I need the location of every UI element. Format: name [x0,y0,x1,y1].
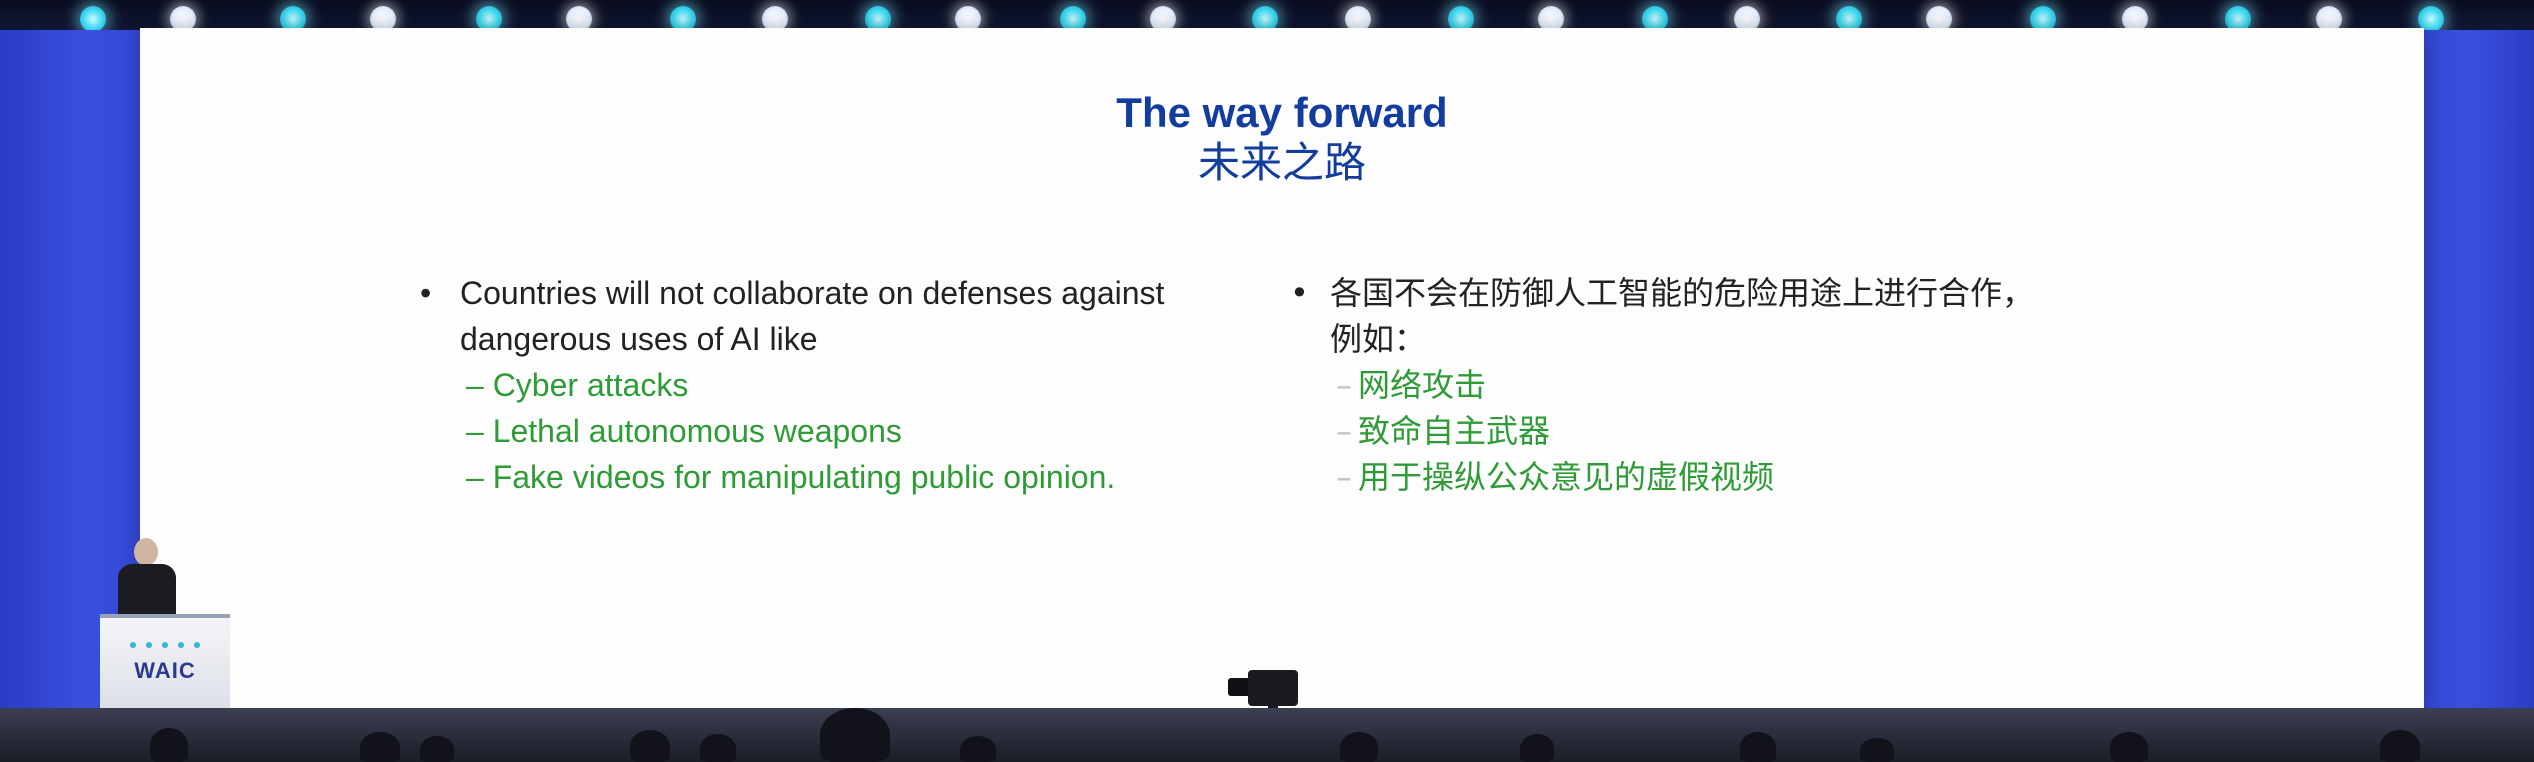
stage-light-icon [80,6,106,32]
bullet-icon: • [1290,274,1309,312]
conference-stage: The way forward 未来之路 • Countries will no… [0,0,2534,762]
bullet-item: • 各国不会在防御人工智能的危险用途上进行合作， 例如： [1290,270,2190,362]
sub-item: – 用于操纵公众意见的虚假视频 [1290,454,2190,500]
sub-item: – Lethal autonomous weapons [466,413,902,449]
bullet-text-line: 各国不会在防御人工智能的危险用途上进行合作， [1330,274,2035,312]
audience-member [360,732,400,762]
slide-title-chinese: 未来之路 [1197,138,1366,187]
slide-column-english: • Countries will not collaborate on defe… [420,270,1320,500]
audience-member [820,708,890,762]
sub-item: – Cyber attacks [466,367,689,403]
audience-member [960,736,996,762]
sub-item-text: 用于操纵公众意见的虚假视频 [1358,458,1775,496]
dash-icon: – [1336,458,1352,496]
bullet-text-line: dangerous uses of AI like [460,321,818,357]
speaker-head [134,538,158,566]
audience-member [1740,732,1776,762]
bullet-text-line: 例如： [1330,320,1427,358]
dash-icon: – [1336,366,1352,404]
audience-member [630,730,670,762]
projection-screen: The way forward 未来之路 • Countries will no… [140,28,2424,718]
audience-member [2110,732,2148,762]
audience-member [150,728,188,762]
audience-member [2380,730,2420,762]
audience-member [420,736,454,762]
audience-area [0,708,2534,762]
slide-column-chinese: • 各国不会在防御人工智能的危险用途上进行合作， 例如： – 网络攻击 – 致命自主… [1290,270,2190,500]
sub-item: – Fake videos for manipulating public op… [466,459,1116,495]
podium-logo: WAIC [134,658,196,683]
sub-item: – 致命自主武器 [1290,408,2190,454]
sub-item-text: 网络攻击 [1358,366,1487,404]
slide-title: The way forward [1116,89,1448,136]
audience-member [1860,738,1894,762]
podium-logo-dots-icon [130,642,200,652]
sub-item-text: 致命自主武器 [1358,412,1551,450]
audience-member [700,734,736,762]
dash-icon: – [1336,412,1352,450]
bullet-text-line: Countries will not collaborate on defens… [460,275,1165,311]
audience-member [1520,734,1554,762]
audience-member [1340,732,1378,762]
bullet-icon: • [420,275,432,311]
stage-side-panel-right [2424,30,2534,730]
bullet-item: • Countries will not collaborate on defe… [420,270,1320,362]
sub-item: – 网络攻击 [1290,362,2190,408]
